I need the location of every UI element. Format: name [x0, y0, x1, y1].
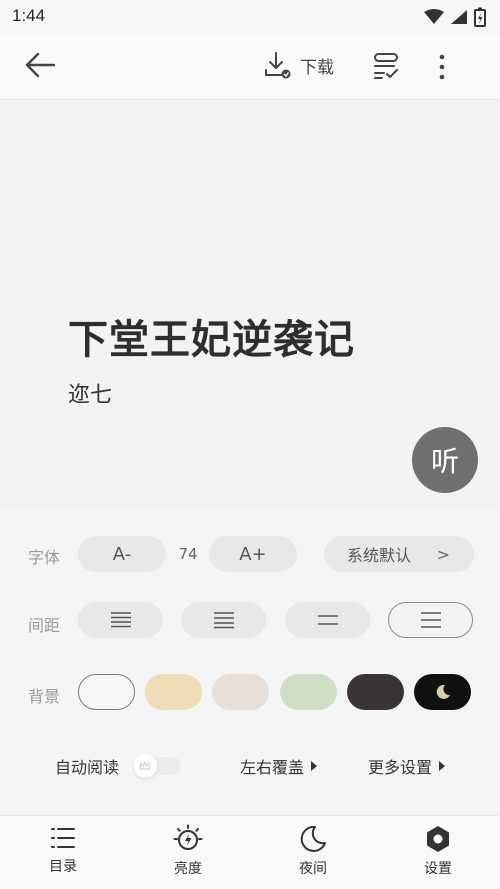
background-swatch-dark[interactable] — [347, 674, 404, 710]
spacing-normal-icon — [213, 612, 234, 629]
status-icons — [424, 7, 486, 27]
crown-icon — [139, 760, 151, 770]
nav-settings[interactable]: 设置 — [388, 824, 488, 878]
chevron-right-icon: > — [436, 544, 450, 564]
caret-right-icon — [311, 761, 318, 771]
list-check-icon — [374, 53, 398, 79]
font-decrease-button[interactable]: A- — [78, 536, 166, 572]
download-icon — [265, 52, 291, 79]
spacing-compact-icon — [110, 612, 131, 628]
background-swatch-yellow[interactable] — [145, 674, 202, 710]
background-swatch-green[interactable] — [280, 674, 337, 710]
settings-panel: 字体 A- 74 A+ 系统默认 > 间距 背景 自动阅读 左右覆盖 更多设置 — [0, 508, 500, 815]
spacing-option-4[interactable] — [388, 602, 473, 638]
book-title: 下堂王妃逆袭记 — [68, 317, 355, 363]
wifi-icon — [424, 9, 444, 24]
more-options-button[interactable] — [430, 50, 454, 86]
nav-night[interactable]: 夜间 — [263, 824, 363, 878]
caret-right-icon — [439, 761, 446, 771]
font-size-value: 74 — [178, 545, 198, 563]
moon-icon — [300, 825, 326, 852]
back-button[interactable] — [22, 50, 66, 84]
battery-icon — [474, 7, 486, 27]
page-turn-label: 左右覆盖 — [240, 758, 305, 777]
listen-button[interactable]: 听 — [412, 427, 478, 493]
bookshelf-button[interactable] — [370, 50, 406, 86]
spacing-wide-icon — [317, 615, 338, 625]
book-author: 迩七 — [68, 383, 113, 408]
toggle-knob — [133, 754, 158, 778]
signal-icon — [451, 10, 467, 24]
brightness-icon — [173, 824, 203, 850]
font-family-button[interactable]: 系统默认 > — [324, 536, 474, 572]
background-row-label: 背景 — [28, 687, 61, 706]
background-swatch-beige[interactable] — [212, 674, 269, 710]
moon-icon — [436, 684, 450, 699]
status-bar: 1:44 — [0, 0, 500, 34]
more-vertical-icon — [439, 54, 445, 80]
nav-brightness-label: 亮度 — [174, 861, 202, 877]
auto-read-option[interactable]: 自动阅读 — [55, 754, 182, 778]
nav-catalog[interactable]: 目录 — [13, 824, 113, 876]
catalog-icon — [51, 828, 75, 848]
bottom-nav: 目录 亮度 夜间 设置 — [0, 815, 500, 889]
font-row-label: 字体 — [28, 548, 61, 567]
more-settings-option[interactable]: 更多设置 — [368, 754, 446, 778]
font-increase-button[interactable]: A+ — [209, 536, 297, 572]
background-swatch-night[interactable] — [414, 674, 471, 710]
download-label: 下载 — [300, 57, 334, 78]
spacing-row-label: 间距 — [28, 616, 61, 635]
settings-hexagon-icon — [427, 826, 449, 852]
download-button[interactable]: 下载 — [262, 50, 334, 80]
spacing-loose-icon — [420, 612, 441, 628]
page-turn-option[interactable]: 左右覆盖 — [240, 754, 318, 778]
spacing-option-2[interactable] — [181, 602, 266, 638]
status-time: 1:44 — [12, 6, 46, 25]
nav-catalog-label: 目录 — [49, 859, 77, 875]
top-toolbar: 下载 — [0, 34, 500, 100]
font-family-label: 系统默认 — [347, 546, 412, 565]
reading-area[interactable]: 下堂王妃逆袭记 迩七 听 — [0, 101, 500, 508]
auto-read-toggle[interactable] — [133, 754, 182, 778]
nav-brightness[interactable]: 亮度 — [138, 824, 238, 878]
auto-read-label: 自动阅读 — [55, 758, 120, 777]
background-swatch-white[interactable] — [78, 674, 135, 710]
spacing-option-3[interactable] — [285, 602, 370, 638]
nav-night-label: 夜间 — [299, 861, 327, 877]
spacing-option-1[interactable] — [78, 602, 163, 638]
nav-settings-label: 设置 — [424, 861, 452, 877]
arrow-left-icon — [25, 52, 56, 78]
more-settings-label: 更多设置 — [368, 758, 433, 777]
